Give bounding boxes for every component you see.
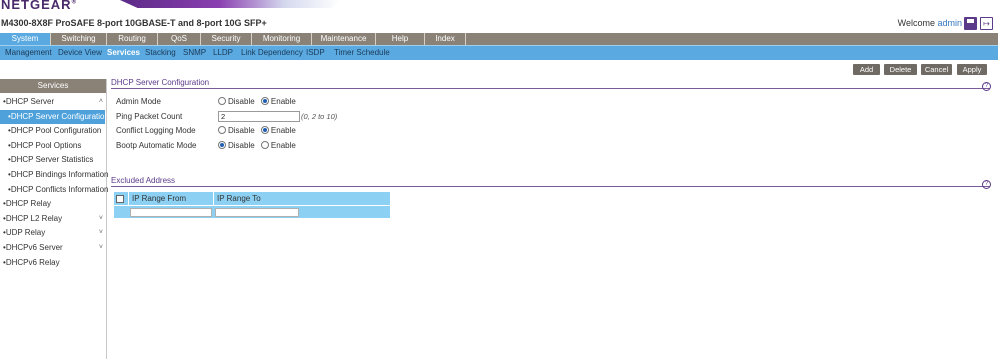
sidebar-item-dhcp-server-configuration[interactable]: •DHCP Server Configuration [0, 109, 109, 125]
tab-maintenance[interactable]: Maintenance [312, 33, 376, 45]
sidebar-item-dhcp-server[interactable]: •DHCP Server ˄ [0, 95, 106, 110]
column-ip-range-from: IP Range From [128, 192, 213, 205]
bootp-automatic-mode-label: Bootp Automatic Mode [116, 141, 197, 150]
sidebar-title: Services [0, 79, 106, 93]
apply-button[interactable]: Apply [957, 64, 987, 75]
dhcp-config-section-title: DHCP Server Configuration [111, 78, 210, 87]
bootp-disable-option[interactable]: Disable [218, 141, 255, 150]
radio-enable[interactable] [260, 141, 269, 149]
table-header: IP Range From IP Range To [114, 192, 390, 205]
subnav-device-view[interactable]: Device View [58, 46, 102, 60]
radio-disable[interactable] [218, 141, 226, 149]
tab-index[interactable]: Index [425, 33, 466, 45]
excluded-address-table: IP Range From IP Range To [114, 192, 390, 218]
select-all-checkbox[interactable] [116, 195, 124, 203]
netgear-logo: NETGEAR® [1, 0, 77, 12]
column-ip-range-to: IP Range To [213, 192, 390, 205]
tab-qos[interactable]: QoS [158, 33, 201, 45]
select-all-cell [114, 192, 128, 205]
tab-system[interactable]: System [0, 33, 51, 45]
main-content: Add Delete Cancel Apply DHCP Server Conf… [111, 62, 995, 359]
welcome-label: Welcome [897, 18, 935, 28]
table-row [114, 205, 390, 218]
conflict-logging-disable-option[interactable]: Disable [218, 126, 255, 135]
ping-packet-count-input[interactable]: 2 [218, 111, 300, 122]
radio-disable[interactable] [218, 97, 226, 105]
admin-mode-disable-option[interactable]: Disable [218, 97, 255, 106]
subnav-snmp[interactable]: SNMP [183, 46, 206, 60]
tab-routing[interactable]: Routing [107, 33, 158, 45]
sidebar-item-dhcp-pool-configuration[interactable]: •DHCP Pool Configuration [0, 124, 106, 139]
admin-mode-enable-option[interactable]: Enable [260, 97, 296, 106]
save-icon[interactable] [964, 17, 977, 30]
sidebar-item-dhcpv6-relay[interactable]: •DHCPv6 Relay [0, 256, 106, 271]
header: NETGEAR® M4300-8X8F ProSAFE 8-port 10GBA… [0, 0, 998, 33]
subnav-isdp[interactable]: ISDP [306, 46, 325, 60]
sidebar-item-dhcp-server-statistics[interactable]: •DHCP Server Statistics [0, 153, 106, 168]
sidebar-item-dhcp-relay[interactable]: •DHCP Relay [0, 197, 106, 212]
cancel-button[interactable]: Cancel [921, 64, 952, 75]
section-divider [111, 186, 990, 187]
delete-button[interactable]: Delete [884, 64, 917, 75]
sidebar-item-udp-relay[interactable]: •UDP Relay ˅ [0, 226, 106, 241]
chevron-up-icon: ˄ [98, 98, 103, 105]
sidebar-item-dhcp-conflicts-information[interactable]: •DHCP Conflicts Information [0, 183, 108, 198]
tab-monitoring[interactable]: Monitoring [252, 33, 312, 45]
ip-range-from-input[interactable] [130, 208, 212, 217]
admin-mode-label: Admin Mode [116, 97, 161, 106]
admin-mode-radio-group: Disable Enable [218, 97, 300, 106]
subnav-management[interactable]: Management [5, 46, 52, 60]
subnav-services[interactable]: Services [107, 46, 140, 60]
tab-switching[interactable]: Switching [51, 33, 107, 45]
bootp-automatic-radio-group: Disable Enable [218, 141, 300, 150]
ip-range-to-input[interactable] [215, 208, 299, 217]
subnav-lldp[interactable]: LLDP [213, 46, 233, 60]
ping-packet-count-hint: (0, 2 to 10) [301, 112, 338, 121]
bootp-enable-option[interactable]: Enable [260, 141, 296, 150]
help-icon[interactable]: ? [982, 82, 991, 91]
sidebar-item-dhcp-l2-relay[interactable]: •DHCP L2 Relay ˅ [0, 212, 106, 227]
product-title: M4300-8X8F ProSAFE 8-port 10GBASE-T and … [1, 18, 267, 28]
subnav-stacking[interactable]: Stacking [145, 46, 176, 60]
username-link[interactable]: admin [937, 18, 962, 28]
conflict-logging-mode-label: Conflict Logging Mode [116, 126, 196, 135]
logout-icon[interactable]: ↦ [980, 17, 993, 30]
sub-nav: Management Device View Services Stacking… [0, 45, 998, 60]
radio-enable[interactable] [260, 126, 269, 134]
radio-enable[interactable] [260, 97, 269, 105]
ping-packet-count-label: Ping Packet Count [116, 112, 183, 121]
section-divider [111, 88, 990, 89]
welcome-text: Welcome admin [898, 18, 962, 28]
chevron-down-icon: ˅ [98, 229, 103, 237]
top-nav: System Switching Routing QoS Security Mo… [0, 33, 998, 45]
sidebar: Services •DHCP Server ˄ •DHCP Server Conf… [0, 79, 109, 359]
chevron-down-icon: ˅ [98, 214, 103, 222]
subnav-link-dependency[interactable]: Link Dependency [241, 46, 303, 60]
excluded-address-section-title: Excluded Address [111, 176, 176, 185]
brand-swoosh [120, 0, 340, 8]
conflict-logging-radio-group: Disable Enable [218, 126, 300, 135]
conflict-logging-enable-option[interactable]: Enable [260, 126, 296, 135]
help-icon[interactable]: ? [982, 180, 991, 189]
add-button[interactable]: Add [853, 64, 880, 75]
radio-disable[interactable] [218, 126, 226, 134]
sidebar-item-dhcpv6-server[interactable]: •DHCPv6 Server ˅ [0, 241, 106, 256]
sidebar-item-dhcp-pool-options[interactable]: •DHCP Pool Options [0, 139, 106, 154]
subnav-timer-schedule[interactable]: Timer Schedule [334, 46, 390, 60]
tab-help[interactable]: Help [376, 33, 425, 45]
chevron-down-icon: ˅ [98, 243, 103, 251]
tab-security[interactable]: Security [201, 33, 252, 45]
sidebar-item-dhcp-bindings-information[interactable]: •DHCP Bindings Information [0, 168, 109, 183]
